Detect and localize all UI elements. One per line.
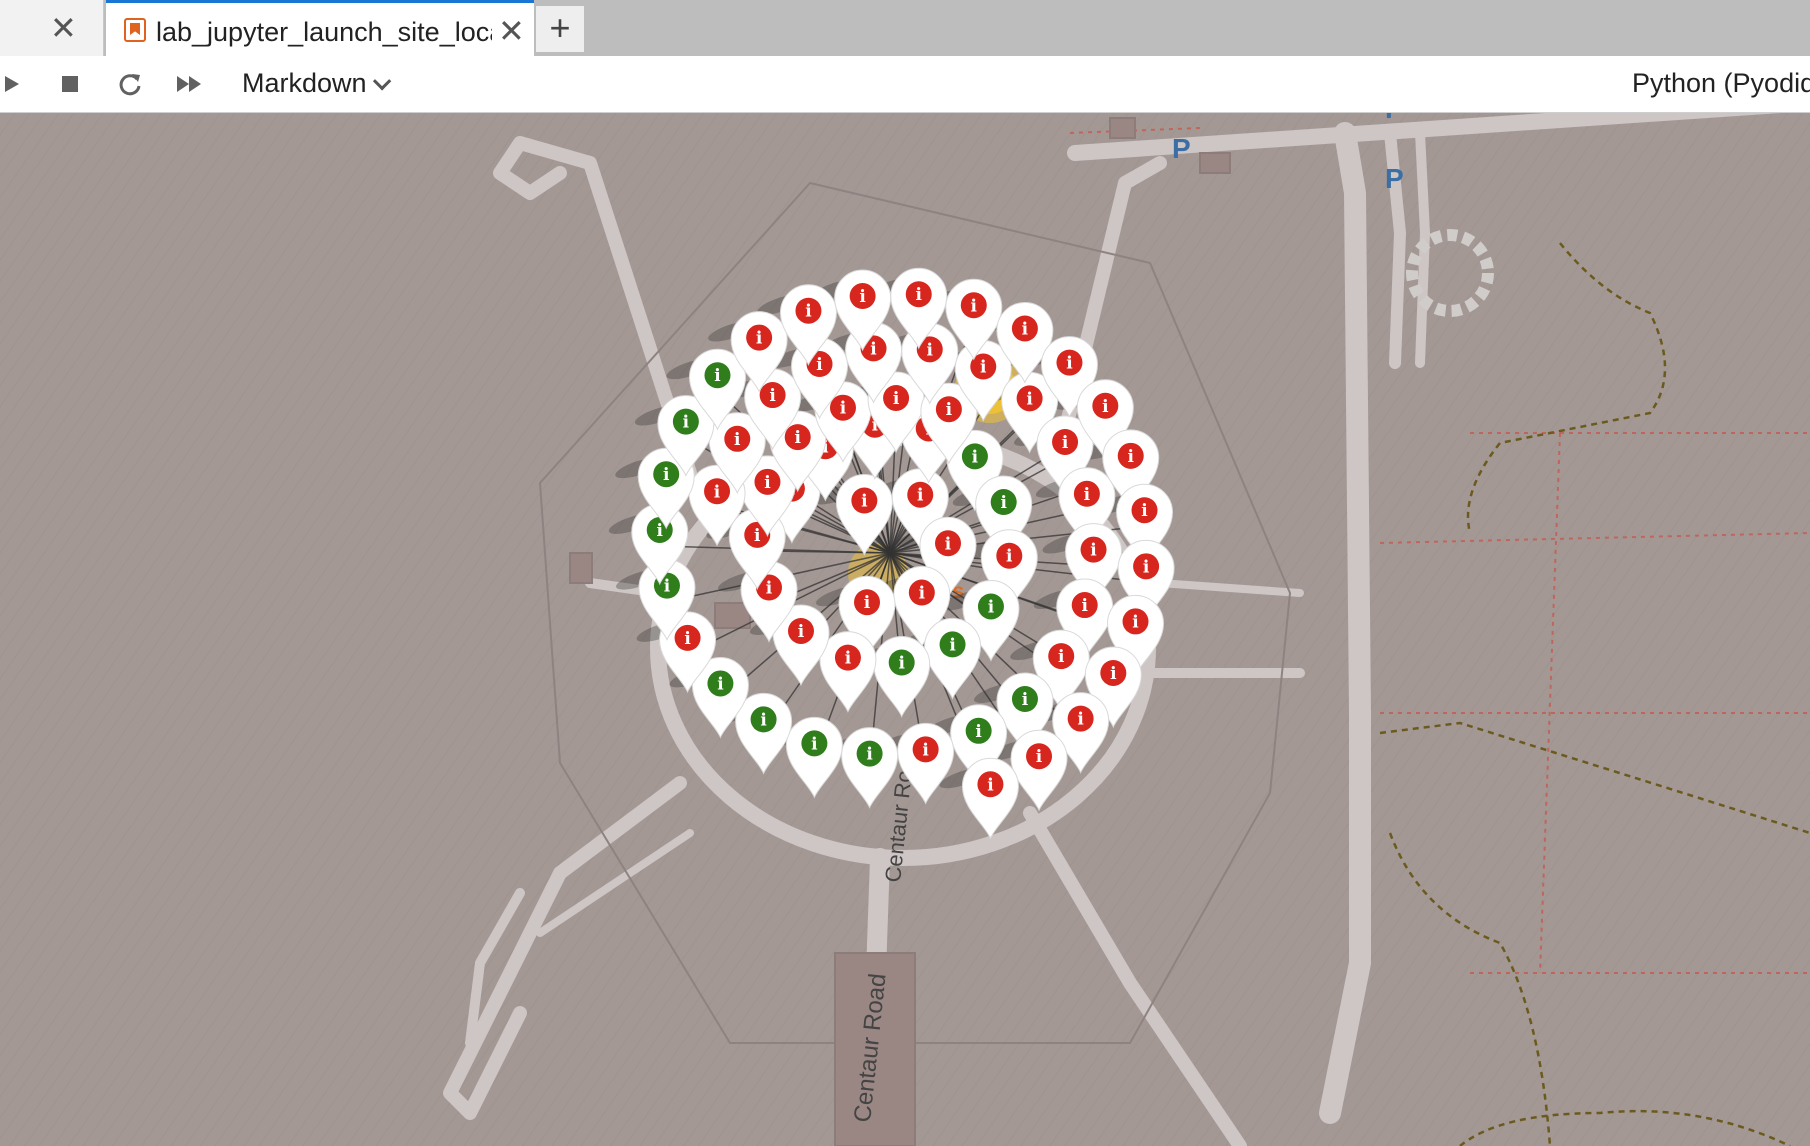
kernel-name[interactable]: Python (Pyodide) (1632, 68, 1810, 99)
info-glyph: i (1058, 647, 1065, 667)
info-glyph: i (1141, 501, 1148, 521)
info-glyph: i (975, 722, 982, 742)
info-glyph: i (845, 649, 852, 669)
info-glyph: i (798, 622, 805, 642)
info-glyph: i (972, 447, 979, 467)
info-glyph: i (987, 775, 994, 795)
info-glyph: i (1143, 557, 1150, 577)
cell-type-dropdown[interactable]: Markdown (242, 68, 391, 99)
notebook-toolbar: Markdown Python (Pyodide) (0, 56, 1810, 113)
info-glyph: i (949, 635, 956, 655)
info-glyph: i (1132, 612, 1139, 632)
parking-label: P (1385, 113, 1404, 124)
info-glyph: i (1066, 354, 1073, 374)
info-glyph: i (754, 526, 761, 546)
info-glyph: i (870, 339, 877, 359)
info-glyph: i (714, 366, 721, 386)
info-glyph: i (1062, 433, 1069, 453)
info-glyph: i (898, 654, 905, 674)
info-glyph: i (1036, 747, 1043, 767)
tab-title: lab_jupyter_launch_site_location.ipynb (156, 17, 492, 47)
info-glyph: i (1084, 485, 1091, 505)
info-glyph: i (1090, 541, 1097, 561)
info-glyph: i (840, 399, 847, 419)
restart-icon[interactable] (112, 66, 148, 102)
info-glyph: i (1102, 397, 1109, 417)
info-glyph: i (657, 521, 664, 541)
info-glyph: i (663, 465, 670, 485)
info-glyph: i (1026, 389, 1033, 409)
info-glyph: i (1022, 690, 1029, 710)
info-glyph: i (766, 579, 773, 599)
info-glyph: i (1110, 664, 1117, 684)
info-glyph: i (794, 428, 801, 448)
info-glyph: i (1077, 710, 1084, 730)
info-glyph: i (893, 389, 900, 409)
info-glyph: i (917, 486, 924, 506)
new-tab-button[interactable]: + (536, 6, 584, 52)
info-glyph: i (717, 674, 724, 694)
info-glyph: i (916, 285, 923, 305)
info-glyph: i (1081, 596, 1088, 616)
info-glyph: i (1006, 547, 1013, 567)
info-glyph: i (1022, 319, 1029, 339)
info-glyph: i (980, 358, 987, 378)
info-glyph: i (811, 734, 818, 754)
info-glyph: i (866, 745, 873, 765)
info-glyph: i (1000, 493, 1007, 513)
run-icon[interactable] (0, 66, 24, 102)
parking-label: P (1172, 133, 1191, 164)
cell-type-label: Markdown (242, 68, 367, 98)
info-glyph: i (945, 534, 952, 554)
info-glyph: i (816, 355, 823, 375)
info-glyph: i (683, 413, 690, 433)
tab-bar: ✕ lab_jupyter_launch_site_location.ipynb… (0, 0, 1810, 56)
info-glyph: i (946, 400, 953, 420)
info-glyph: i (760, 710, 767, 730)
info-glyph: i (859, 287, 866, 307)
info-glyph: i (988, 597, 995, 617)
info-glyph: i (919, 584, 926, 604)
info-glyph: i (1127, 447, 1134, 467)
info-glyph: i (927, 340, 934, 360)
close-tab-icon[interactable]: ✕ (50, 10, 77, 46)
info-glyph: i (734, 430, 741, 450)
info-glyph: i (664, 577, 671, 597)
parking-label: P (1385, 163, 1404, 194)
info-glyph: i (769, 386, 776, 406)
info-glyph: i (864, 593, 871, 613)
map-view[interactable]: Centaur RoadCentaur RoadPPPAFSC-AFS 14 i… (0, 113, 1810, 1146)
notebook-icon (124, 18, 146, 42)
close-tab-icon[interactable]: ✕ (498, 13, 525, 49)
run-all-icon[interactable] (172, 66, 208, 102)
info-glyph: i (684, 629, 691, 649)
info-glyph: i (714, 482, 721, 502)
stop-icon[interactable] (52, 66, 88, 102)
info-glyph: i (971, 296, 978, 316)
chevron-down-icon (372, 72, 391, 91)
info-glyph: i (756, 329, 763, 349)
tab-previous[interactable]: ✕ (0, 0, 104, 56)
tab-notebook[interactable]: lab_jupyter_launch_site_location.ipynb ✕ (106, 0, 534, 56)
info-glyph: i (764, 473, 771, 493)
info-glyph: i (805, 302, 812, 322)
info-glyph: i (861, 492, 868, 512)
info-glyph: i (922, 740, 929, 760)
